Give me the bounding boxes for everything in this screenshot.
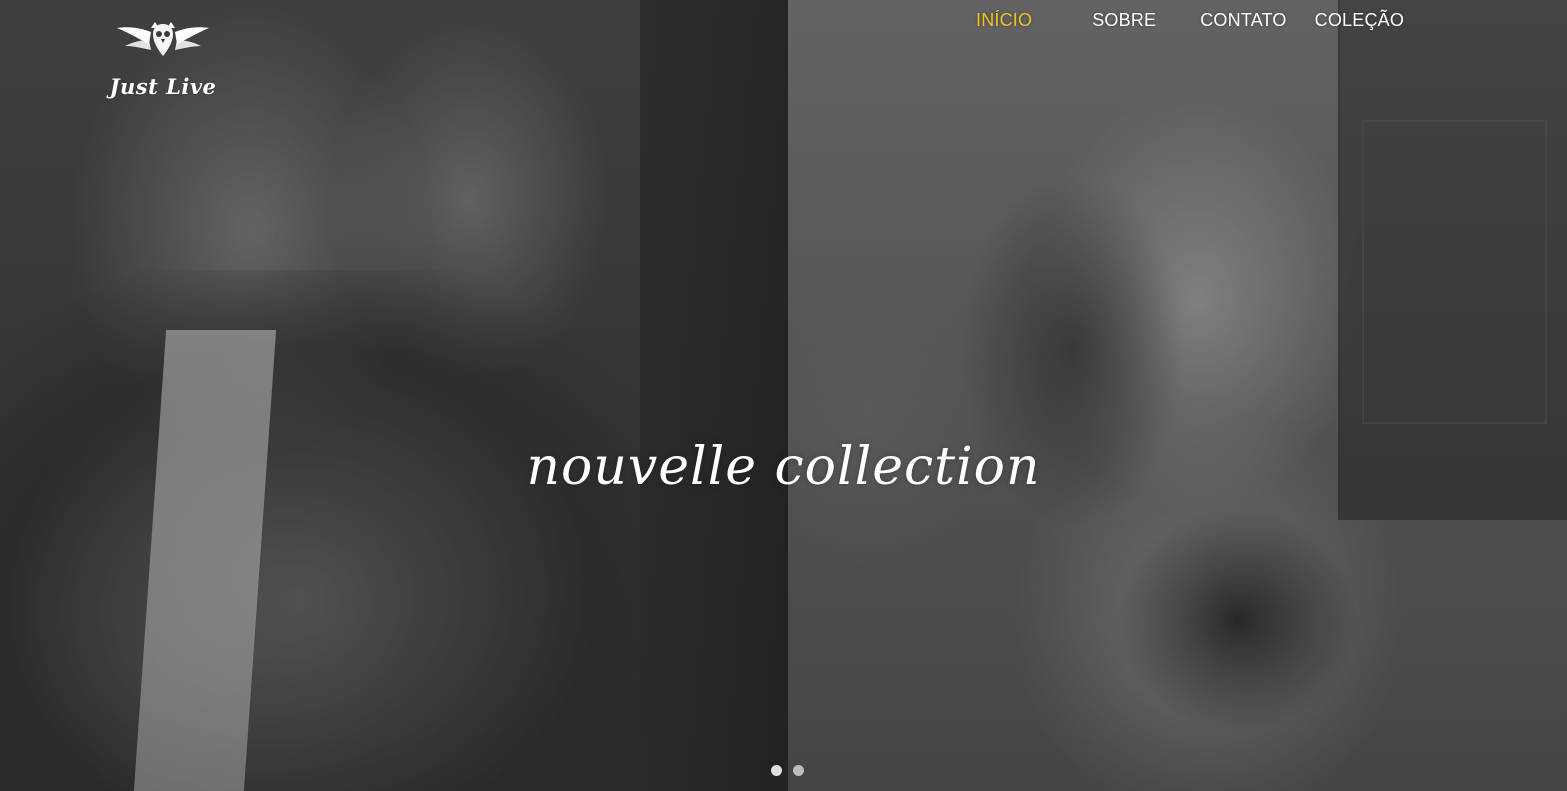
slider-dot-2[interactable]: [793, 765, 804, 776]
nav-item-sobre[interactable]: SOBRE: [1078, 8, 1170, 32]
image-overlay: [0, 0, 1567, 791]
slider-pagination: [771, 765, 804, 776]
hero-headline: nouvelle collection: [526, 437, 1041, 497]
brand-logo[interactable]: Just Live: [100, 18, 226, 106]
hero-slider: Just Live INÍCIO SOBRE CONTATO COLEÇÃO n…: [0, 0, 1567, 791]
nav-item-contato[interactable]: CONTATO: [1186, 8, 1300, 32]
slider-dot-1[interactable]: [771, 765, 782, 776]
nav-item-inicio[interactable]: INÍCIO: [962, 8, 1046, 32]
nav-item-colecao[interactable]: COLEÇÃO: [1301, 8, 1418, 32]
owl-icon: [117, 22, 209, 56]
brand-name: Just Live: [109, 74, 217, 99]
main-nav: INÍCIO SOBRE CONTATO COLEÇÃO: [962, 8, 1418, 32]
